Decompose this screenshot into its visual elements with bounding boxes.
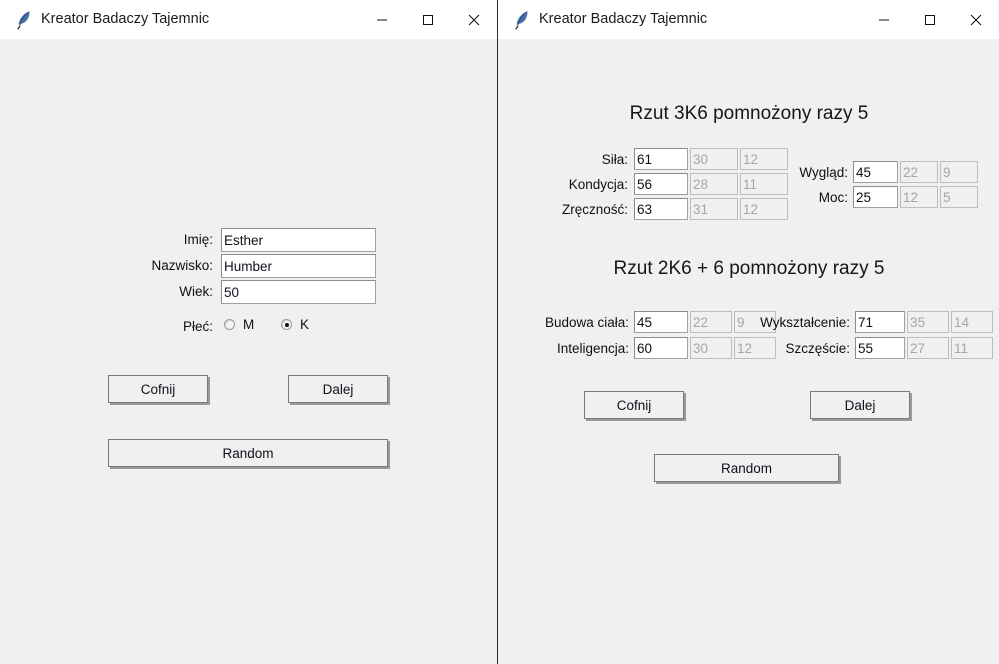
next-button-right[interactable]: Dalej [810, 391, 910, 419]
close-button-right[interactable] [953, 0, 999, 39]
minimize-icon [377, 19, 387, 20]
input-wyglad-half: 22 [900, 161, 938, 183]
radio-indicator-k [281, 319, 292, 330]
client-area-left: Imię: Esther Nazwisko: Humber Wiek: 50 P… [0, 39, 497, 664]
radio-label-k: K [300, 317, 310, 332]
back-button-left[interactable]: Cofnij [108, 375, 208, 403]
label-wyglad: Wygląd: [799, 165, 848, 180]
input-wyglad-fifth: 9 [940, 161, 978, 183]
minimize-button-right[interactable] [861, 0, 907, 39]
label-sila: Siła: [601, 152, 628, 167]
input-kondycja-value[interactable]: 56 [634, 173, 688, 195]
next-button-left[interactable]: Dalej [288, 375, 388, 403]
label-wiek: Wiek: [179, 284, 213, 299]
input-inteligencja-value[interactable]: 60 [634, 337, 688, 359]
input-wyksztalcenie-fifth: 14 [951, 311, 993, 333]
input-sila-value[interactable]: 61 [634, 148, 688, 170]
client-area-right: Rzut 3K6 pomnożony razy 5 Siła: 61 30 12… [498, 39, 999, 664]
window-title-left: Kreator Badaczy Tajemnic [41, 11, 210, 27]
label-wyksztalcenie: Wykształcenie: [760, 315, 850, 330]
input-moc-half: 12 [900, 186, 938, 208]
minimize-button-left[interactable] [359, 0, 405, 39]
window-controls-right [861, 0, 999, 39]
maximize-button-left[interactable] [405, 0, 451, 39]
input-nazwisko[interactable]: Humber [221, 254, 376, 278]
input-wyksztalcenie-value[interactable]: 71 [855, 311, 905, 333]
input-wiek[interactable]: 50 [221, 280, 376, 304]
input-szczescie-fifth: 11 [951, 337, 993, 359]
label-budowa-ciala: Budowa ciała: [544, 315, 629, 330]
input-kondycja-half: 28 [690, 173, 738, 195]
input-sila-half: 30 [690, 148, 738, 170]
feather-quill-icon [512, 9, 532, 31]
input-moc-fifth: 5 [940, 186, 978, 208]
radio-label-m: M [243, 317, 255, 332]
maximize-icon [423, 14, 433, 25]
label-moc: Moc: [818, 190, 848, 205]
radio-plec-k[interactable]: K [281, 317, 309, 332]
input-wyksztalcenie-half: 35 [907, 311, 949, 333]
maximize-button-right[interactable] [907, 0, 953, 39]
label-nazwisko: Nazwisko: [151, 258, 213, 273]
input-budowa-ciala-value[interactable]: 45 [634, 311, 688, 333]
input-imie[interactable]: Esther [221, 228, 376, 252]
radio-indicator-m [224, 319, 235, 330]
section-title-1: Rzut 3K6 pomnożony razy 5 [629, 103, 869, 124]
input-szczescie-half: 27 [907, 337, 949, 359]
window-attributes: Kreator Badaczy Tajemnic Rzut 3K6 pomnoż… [498, 0, 999, 664]
desktop: Kreator Badaczy Tajemnic Imię: Esther Na… [0, 0, 999, 664]
close-icon [468, 14, 480, 25]
window-controls-left [359, 0, 497, 39]
close-button-left[interactable] [451, 0, 497, 39]
label-imie: Imię: [183, 232, 213, 247]
window-personal-data: Kreator Badaczy Tajemnic Imię: Esther Na… [0, 0, 498, 664]
close-icon [970, 14, 982, 25]
titlebar-right[interactable]: Kreator Badaczy Tajemnic [498, 0, 999, 39]
label-inteligencja: Inteligencja: [556, 341, 629, 356]
minimize-icon [879, 19, 889, 20]
feather-quill-icon [14, 9, 34, 31]
random-button-right[interactable]: Random [654, 454, 839, 482]
radio-plec-m[interactable]: M [224, 317, 254, 332]
input-moc-value[interactable]: 25 [853, 186, 898, 208]
label-plec: Płeć: [182, 319, 213, 334]
input-zrecznosc-value[interactable]: 63 [634, 198, 688, 220]
input-wyglad-value[interactable]: 45 [853, 161, 898, 183]
input-szczescie-value[interactable]: 55 [855, 337, 905, 359]
window-title-right: Kreator Badaczy Tajemnic [539, 11, 708, 27]
input-zrecznosc-half: 31 [690, 198, 738, 220]
label-szczescie: Szczęście: [785, 341, 850, 356]
back-button-right[interactable]: Cofnij [584, 391, 684, 419]
section-title-2: Rzut 2K6 + 6 pomnożony razy 5 [613, 258, 885, 279]
label-kondycja: Kondycja: [568, 177, 628, 192]
titlebar-left[interactable]: Kreator Badaczy Tajemnic [0, 0, 497, 39]
random-button-left[interactable]: Random [108, 439, 388, 467]
maximize-icon [925, 14, 935, 25]
label-zrecznosc: Zręczność: [561, 202, 628, 217]
